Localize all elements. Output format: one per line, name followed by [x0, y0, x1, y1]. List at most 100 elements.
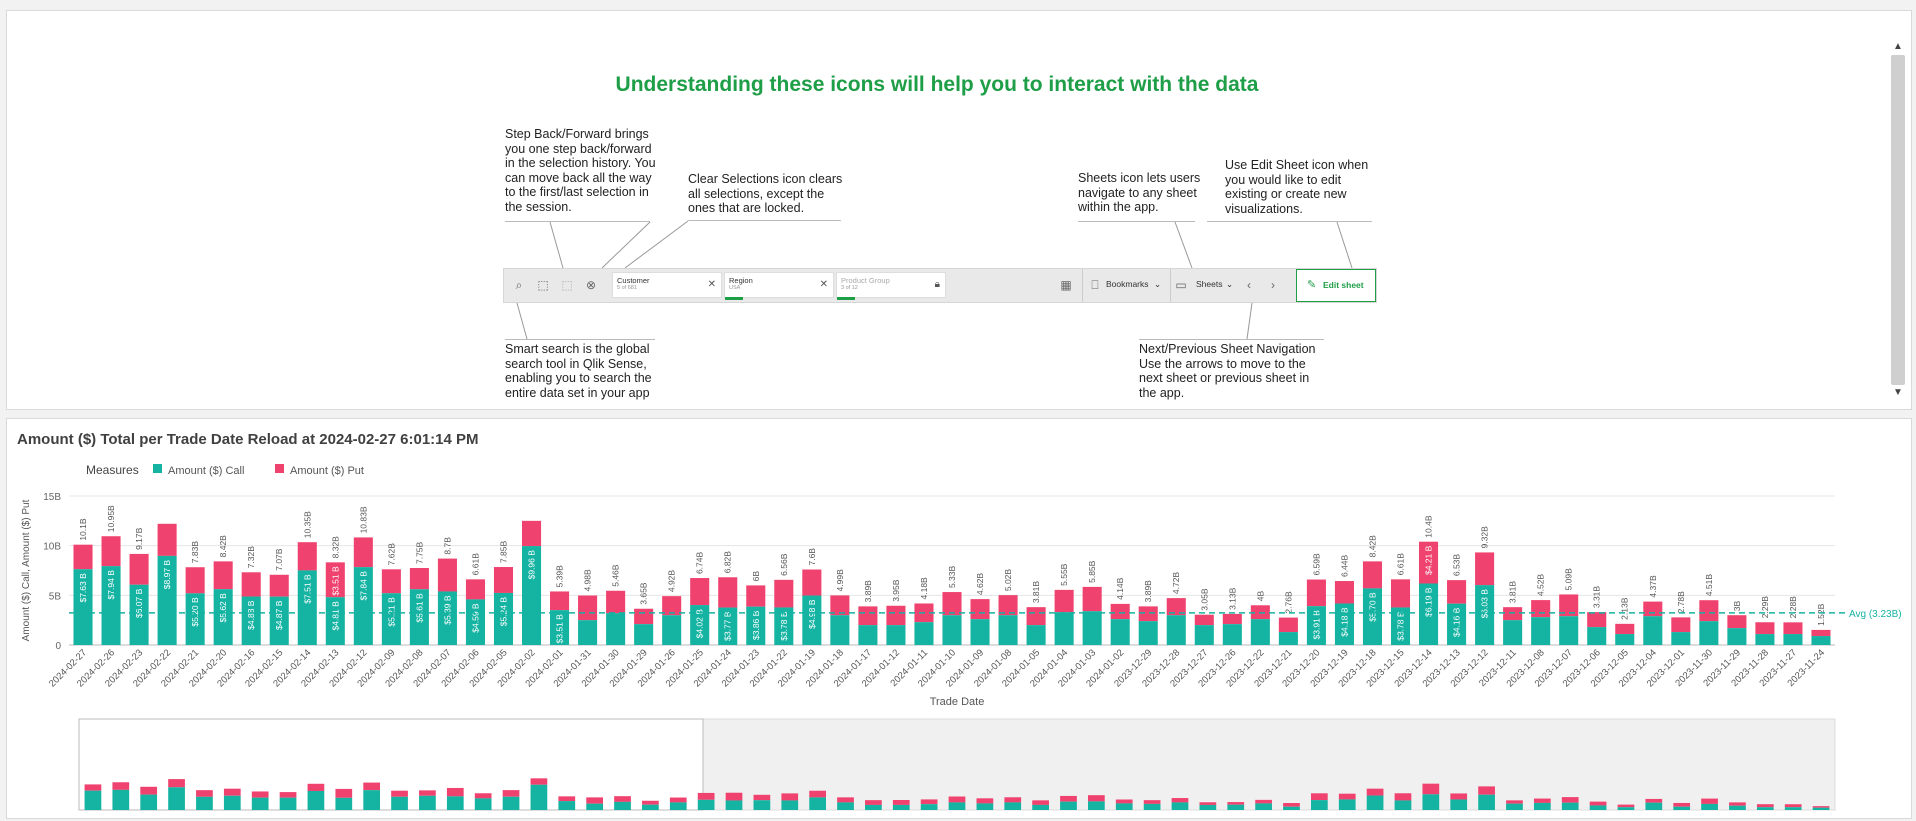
bar-total-label: 3.65B — [639, 582, 649, 605]
minichart-bar-put — [586, 797, 604, 804]
bar-call-label: $8.97 B — [162, 560, 172, 590]
bar-call-label: $3.77 B — [723, 611, 733, 641]
minichart-bar-call — [1283, 806, 1300, 810]
bar-call — [1811, 636, 1831, 645]
y-tick-label: 0 — [55, 641, 61, 652]
bar-call-label: $4.81 B — [330, 601, 340, 631]
bar-total-label: 1.52B — [1816, 603, 1826, 626]
bar-call — [998, 615, 1018, 645]
bar-call-label: $5.61 B — [414, 593, 424, 623]
bar-total-label: 6.44B — [1339, 554, 1349, 577]
bar-call — [1278, 632, 1298, 645]
minichart-bar-put — [1506, 800, 1523, 804]
bar-put — [409, 568, 429, 590]
help-vertical-scrollbar[interactable]: ▲ ▼ — [1891, 41, 1905, 399]
minichart-bar-put — [1366, 788, 1384, 796]
bar-call-label: $9.96 B — [527, 550, 537, 580]
bar-call-label: $4.98 B — [807, 599, 817, 629]
minichart-bar-call — [307, 790, 325, 810]
bar-call — [1250, 619, 1270, 645]
bar-total-label: 3.89B — [863, 580, 873, 603]
leader-lines — [516, 220, 1353, 340]
minichart-bar-put — [1729, 802, 1746, 806]
y-axis-label: Amount ($) Call, Amount ($) Put — [21, 499, 32, 641]
minichart-bar-put — [1004, 797, 1022, 803]
minichart-bar-call — [920, 804, 938, 810]
bar-call-label: $6.03 B — [1480, 589, 1490, 619]
bar-call-label: $5.24 B — [498, 597, 508, 627]
minichart-bar-put — [976, 798, 994, 804]
bar-put-label: $4.21 B — [1424, 545, 1434, 575]
bar-call-label: $7.84 B — [358, 571, 368, 601]
bar-total-label: 9.32B — [1480, 526, 1490, 549]
bar-call-label: $5.62 B — [218, 593, 228, 623]
bar-total-label: 3.81B — [1031, 581, 1041, 604]
bar-put — [1054, 589, 1074, 613]
minichart-bar-put — [1756, 804, 1774, 808]
smart-search-icon: ⌕ — [515, 278, 523, 292]
minichart-bar-call — [1645, 802, 1663, 810]
bar-put — [1334, 581, 1354, 604]
minichart-bar-put — [307, 783, 325, 791]
bar-put — [1755, 622, 1775, 635]
y-tick-label: 15B — [43, 492, 61, 503]
bar-put — [73, 544, 93, 570]
minichart-bar-call — [697, 799, 715, 810]
minichart-bar-call — [251, 797, 269, 810]
minichart-bar-call — [140, 794, 158, 810]
minichart-bar-call — [84, 790, 102, 810]
bar-put — [1727, 615, 1747, 629]
bar-put — [774, 579, 794, 608]
bar-put — [297, 542, 317, 571]
bar-put — [1699, 600, 1719, 622]
bar-total-label: 7.85B — [498, 540, 508, 563]
minichart-bar-call — [669, 802, 687, 810]
bar-put-label: $3.51 B — [330, 566, 340, 596]
bar-call — [578, 620, 598, 645]
bar-total-label: 5.33B — [947, 566, 957, 589]
bar-call — [1671, 632, 1691, 645]
scroll-down-icon[interactable]: ▼ — [1893, 387, 1903, 398]
minichart-bar-call — [1812, 807, 1830, 810]
minichart-bar-call — [168, 787, 185, 810]
bar-total-label: 7.83B — [190, 541, 200, 564]
minichart-bar-put — [1561, 797, 1579, 803]
bar-total-label: 6.61B — [1396, 553, 1406, 576]
bar-total-label: 5.55B — [1059, 563, 1069, 586]
scroll-up-icon[interactable]: ▲ — [1893, 41, 1903, 52]
minichart-bar-call — [196, 796, 213, 810]
scroll-thumb[interactable] — [1891, 55, 1905, 385]
bar-total-label: 7.62B — [386, 543, 396, 566]
step-back-icon: ⬚ — [561, 278, 573, 292]
bar-call-label: $7.51 B — [302, 574, 312, 604]
minichart-bar-put — [196, 790, 213, 797]
minichart-bar-call — [1422, 794, 1440, 810]
legend-label-call: Amount ($) Call — [168, 465, 244, 477]
sheets-label: Sheets — [1196, 279, 1223, 289]
bar-total-label: 4.72B — [1171, 572, 1181, 595]
clear-selections-icon: ⊗ — [585, 278, 597, 292]
stacked-bar-chart[interactable]: Measures Amount ($) Call Amount ($) Put 0 5B… — [7, 419, 1911, 818]
minichart-bar-call — [1617, 807, 1635, 810]
bar-total-label: 8.42B — [1367, 535, 1377, 558]
bar-put — [550, 591, 570, 611]
bar-call-label: $3.86 B — [751, 610, 761, 640]
minichart-bar-call — [837, 802, 854, 810]
bar-put — [1082, 586, 1102, 612]
bar-total-label: 2.76B — [1283, 591, 1293, 614]
bar-total-label: 7.32B — [246, 546, 256, 569]
bar-total-label: 7.6B — [807, 548, 817, 566]
minichart-bar-call — [892, 804, 910, 810]
minichart-bar-call — [223, 795, 241, 810]
minichart-bar-put — [892, 799, 910, 805]
minichart-bar-put — [1701, 798, 1718, 804]
bar-total-label: 10.83B — [358, 506, 368, 533]
bar-call — [1783, 634, 1803, 645]
bar-total-label: 10.95B — [106, 505, 116, 532]
bar-total-label: 7.07B — [274, 548, 284, 571]
bar-put — [1587, 612, 1607, 628]
minichart-bar-call — [1060, 801, 1077, 810]
minichart-bar-call — [1255, 803, 1272, 810]
bar-total-label: 4.52B — [1536, 574, 1546, 597]
minichart-bar-call — [1506, 803, 1523, 810]
